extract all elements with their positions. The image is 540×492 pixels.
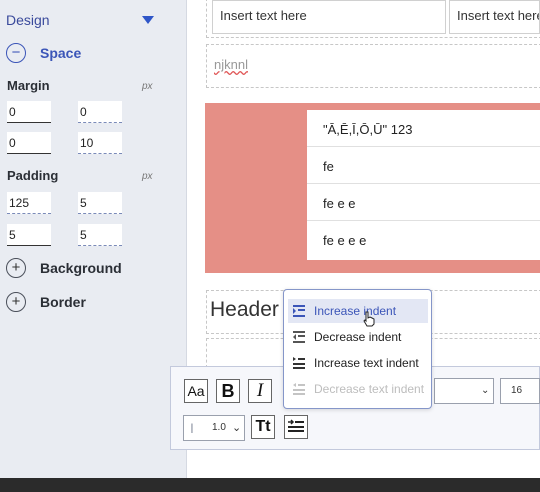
chevron-down-icon: ⌄	[232, 422, 242, 434]
expand-icon[interactable]: +	[6, 292, 26, 312]
collapse-icon[interactable]: −	[6, 43, 26, 63]
margin-unit: px	[142, 81, 153, 92]
menu-item-label: Increase indent	[314, 304, 397, 318]
menu-item-label: Increase text indent	[314, 356, 419, 370]
design-header[interactable]: Design	[6, 10, 156, 30]
text-block	[206, 44, 540, 88]
padding-left-input[interactable]: 5	[78, 224, 122, 246]
caret-down-icon[interactable]	[142, 16, 154, 24]
table: "Ā,Ē,Ī,Ō,Ū" 123 fe fe e e fe e e e	[307, 110, 540, 260]
chevron-down-icon: ⌄	[481, 385, 490, 396]
menu-item-label: Decrease indent	[314, 330, 402, 344]
indent-icon	[288, 419, 304, 432]
expand-icon[interactable]: +	[6, 258, 26, 278]
margin-bottom-input[interactable]: 0	[7, 132, 51, 154]
increase-indent-icon	[293, 305, 305, 317]
padding-unit: px	[142, 171, 153, 182]
app-frame: Design − Space Margin px 0 0 0 10 Paddin…	[0, 0, 540, 478]
menu-item-label: Decrease text indent	[314, 382, 425, 396]
font-size-button[interactable]: Aa	[184, 379, 208, 403]
design-title: Design	[6, 12, 50, 28]
margin-top-input[interactable]: 0	[7, 101, 51, 123]
italic-button[interactable]: I	[248, 379, 272, 403]
background-section-label: Background	[40, 260, 122, 276]
text-cell-2[interactable]: Insert text here	[449, 0, 540, 34]
table-row[interactable]: fe	[307, 147, 540, 184]
header-text[interactable]: Header	[210, 298, 279, 322]
space-section-label: Space	[40, 45, 82, 61]
margin-right-input[interactable]: 0	[78, 101, 122, 123]
border-section-label: Border	[40, 294, 86, 310]
padding-top-input[interactable]: 125	[7, 192, 51, 214]
font-size-value: 16	[511, 385, 523, 396]
line-height-icon: I	[190, 420, 194, 436]
design-panel: Design − Space Margin px 0 0 0 10 Paddin…	[0, 0, 187, 478]
font-family-select[interactable]: ⌄	[434, 378, 494, 404]
padding-bottom-input[interactable]: 5	[7, 224, 51, 246]
margin-label: Margin	[7, 78, 50, 93]
padding-right-input[interactable]: 5	[78, 192, 122, 214]
table-row[interactable]: fe e e e	[307, 221, 540, 258]
bold-button[interactable]: B	[216, 379, 240, 403]
decrease-text-indent-icon	[293, 383, 305, 395]
table-row[interactable]: "Ā,Ē,Ī,Ō,Ū" 123	[307, 110, 540, 147]
font-size-select[interactable]: 16	[500, 378, 540, 404]
indent-menu: Increase indent Decrease indent Increase…	[283, 289, 432, 409]
increase-text-indent-icon	[293, 357, 305, 369]
margin-left-input[interactable]: 10	[78, 132, 122, 154]
text-cell-1[interactable]: Insert text here	[212, 0, 446, 34]
hand-cursor-icon	[363, 311, 375, 327]
menu-item-increase-indent[interactable]: Increase indent	[288, 299, 428, 323]
padding-label: Padding	[7, 168, 59, 183]
line-height-select[interactable]: I 1.0 ⌄	[183, 415, 245, 441]
table-row[interactable]: fe e e	[307, 184, 540, 221]
menu-item-decrease-text-indent: Decrease text indent	[288, 377, 428, 401]
text-transform-button[interactable]: Tt	[251, 415, 275, 439]
menu-item-decrease-indent[interactable]: Decrease indent	[288, 325, 428, 349]
decrease-indent-icon	[293, 331, 305, 343]
misspelled-text[interactable]: njknnl	[214, 57, 248, 72]
indent-button[interactable]	[284, 415, 308, 439]
menu-item-increase-text-indent[interactable]: Increase text indent	[288, 351, 428, 375]
line-height-value: 1.0	[212, 422, 226, 433]
